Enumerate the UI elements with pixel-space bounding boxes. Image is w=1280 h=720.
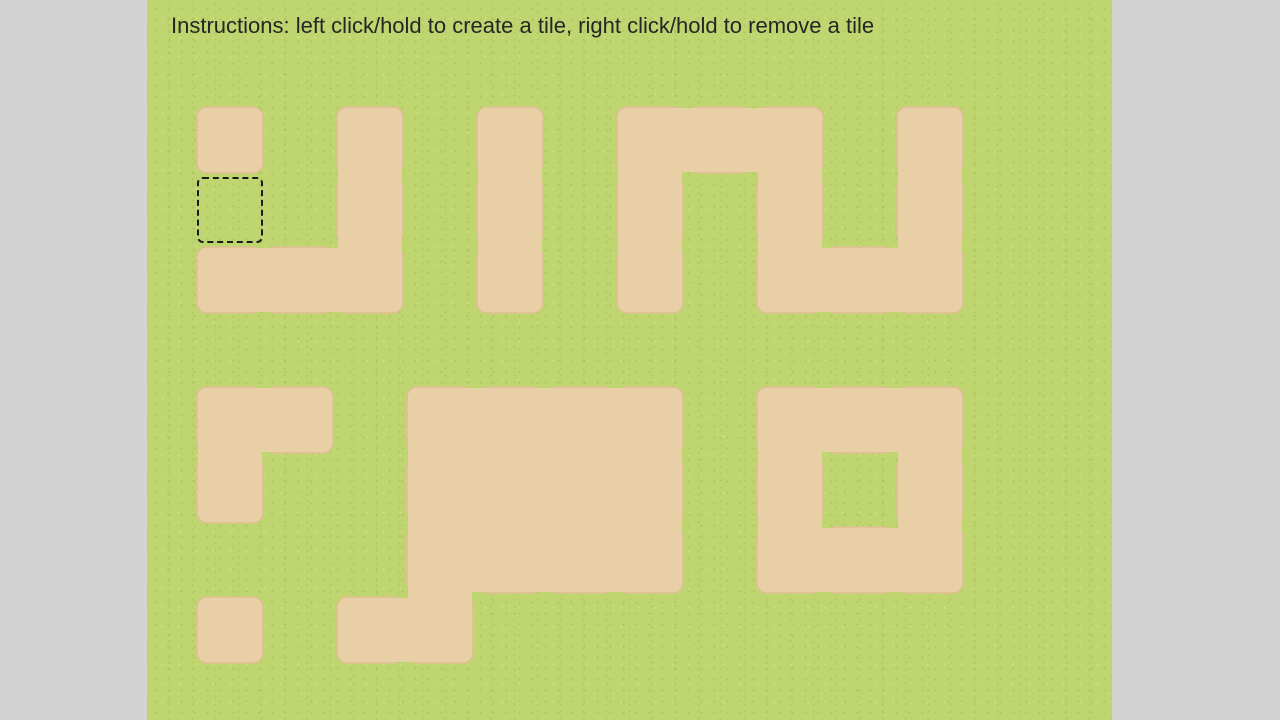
sand-tile[interactable] [196, 106, 264, 174]
sand-connector [251, 248, 279, 312]
sand-connector [618, 161, 682, 189]
sand-tile[interactable] [196, 596, 264, 664]
sand-connector [478, 161, 542, 189]
sand-connector [531, 528, 559, 592]
sand-connector [758, 161, 822, 189]
sand-connector [811, 248, 839, 312]
sand-connector [881, 248, 909, 312]
sand-connector [321, 248, 349, 312]
sand-connector [618, 231, 682, 259]
tile-board[interactable] [147, 0, 1112, 720]
sand-connector [198, 441, 262, 469]
sand-connector [478, 231, 542, 259]
sand-connector [758, 441, 822, 469]
game-area: Instructions: left click/hold to create … [147, 0, 1112, 720]
sand-connector [898, 441, 962, 469]
sand-connector [601, 528, 629, 592]
sand-connector [811, 528, 839, 592]
sand-connector [338, 161, 402, 189]
sand-connector [391, 598, 419, 662]
sand-connector [881, 528, 909, 592]
sand-connector [898, 161, 962, 189]
